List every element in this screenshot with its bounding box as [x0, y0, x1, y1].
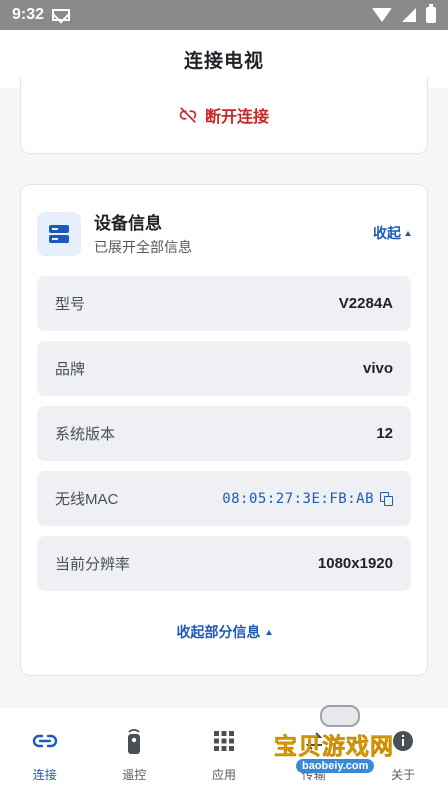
- caret-up-icon: [265, 629, 272, 635]
- page-title: 连接电视: [183, 50, 264, 72]
- gamepad-icon: [320, 705, 360, 727]
- mac-address-value: 08:05:27:3E:FB:AB: [222, 490, 374, 507]
- status-time: 9:32: [12, 6, 45, 23]
- remote-icon: [126, 728, 142, 754]
- nav-item-remote[interactable]: 遥控: [90, 708, 180, 796]
- disconnect-button[interactable]: 断开连接: [179, 103, 269, 127]
- info-row-brand: 品牌 vivo: [37, 341, 411, 396]
- watermark-title: 宝贝游戏网: [274, 733, 394, 760]
- info-row-label: 无线MAC: [55, 491, 119, 508]
- mac-value-wrap[interactable]: 08:05:27:3E:FB:AB: [222, 491, 393, 507]
- status-icons: [372, 4, 436, 23]
- info-row-model: 型号 V2284A: [37, 276, 411, 331]
- connection-card: 断开连接: [20, 76, 428, 154]
- link-icon: [32, 728, 58, 754]
- nav-item-apps[interactable]: 应用: [179, 708, 269, 796]
- device-info-list: 型号 V2284A 品牌 vivo 系统版本 12 无线MAC 08:05:27…: [37, 276, 411, 601]
- device-info-subtitle: 已展开全部信息: [94, 239, 192, 255]
- info-row-label: 当前分辨率: [55, 556, 131, 573]
- disconnect-label: 断开连接: [204, 108, 269, 126]
- info-row-os-version: 系统版本 12: [37, 406, 411, 461]
- device-info-title: 设备信息: [94, 214, 162, 233]
- nav-label: 遥控: [122, 768, 147, 782]
- battery-icon: [426, 4, 436, 23]
- status-bar: 9:32: [0, 0, 448, 30]
- info-row-label: 系统版本: [55, 426, 116, 443]
- signal-icon: [402, 8, 416, 22]
- watermark-url: baobeiy.com: [296, 759, 375, 773]
- caret-up-icon: [405, 230, 411, 236]
- mail-icon: [52, 9, 71, 21]
- info-row-label: 品牌: [55, 361, 86, 378]
- info-row-label: 型号: [55, 296, 86, 313]
- unlink-icon: [179, 106, 197, 123]
- nav-label: 连接: [32, 768, 57, 782]
- info-row-value: vivo: [362, 360, 393, 377]
- watermark: 宝贝游戏网 baobeiy.com: [268, 705, 418, 793]
- nav-label: 应用: [211, 768, 236, 782]
- device-info-header: 设备信息 已展开全部信息: [37, 209, 411, 259]
- collapse-partial-button[interactable]: 收起部分信息: [21, 622, 427, 642]
- collapse-button[interactable]: 收起: [373, 223, 411, 243]
- apps-grid-icon: [213, 728, 234, 754]
- wifi-icon: [372, 8, 392, 22]
- server-icon: [37, 212, 81, 256]
- copy-icon[interactable]: [380, 491, 393, 506]
- collapse-label: 收起: [373, 225, 401, 241]
- info-row-value: 1080x1920: [317, 555, 393, 572]
- info-row-mac[interactable]: 无线MAC 08:05:27:3E:FB:AB: [37, 471, 411, 526]
- device-info-card: 设备信息 已展开全部信息 收起 型号 V2284A 品牌 vivo 系统版本 1…: [20, 184, 428, 676]
- info-row-value: 12: [376, 425, 393, 442]
- info-row-value: V2284A: [338, 295, 393, 312]
- nav-item-connect[interactable]: 连接: [0, 708, 90, 796]
- collapse-partial-label: 收起部分信息: [176, 624, 261, 640]
- info-row-resolution: 当前分辨率 1080x1920: [37, 536, 411, 591]
